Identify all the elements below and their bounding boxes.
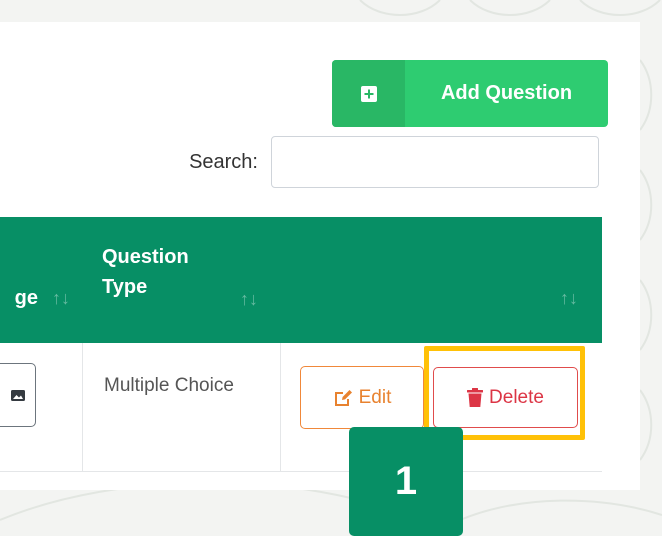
plus-square-icon (332, 60, 405, 127)
column-header-question-type[interactable]: Question Type ↑↓ (102, 242, 258, 309)
step-badge: 1 (349, 427, 463, 536)
view-image-button[interactable] (0, 363, 36, 427)
column-header-label: Question Type (102, 246, 189, 298)
edit-button[interactable]: Edit (300, 366, 424, 429)
column-divider (82, 343, 83, 471)
sort-arrows-icon[interactable]: ↑↓ (560, 284, 578, 312)
sort-arrows-icon[interactable]: ↑↓ (52, 284, 70, 312)
edit-icon (334, 389, 352, 406)
column-header-label: ge (14, 287, 38, 309)
edit-label: Edit (358, 386, 392, 408)
column-divider (280, 343, 281, 471)
add-question-label: Add Question (440, 82, 573, 104)
search-label: Search: (189, 151, 258, 173)
sort-arrows-icon[interactable]: ↑↓ (240, 284, 258, 314)
highlight-box (424, 346, 585, 440)
image-icon (11, 389, 25, 401)
question-type-cell: Multiple Choice (104, 375, 234, 396)
add-question-button[interactable]: Add Question (332, 60, 608, 127)
table-header (0, 217, 602, 343)
search-input[interactable] (271, 136, 599, 188)
